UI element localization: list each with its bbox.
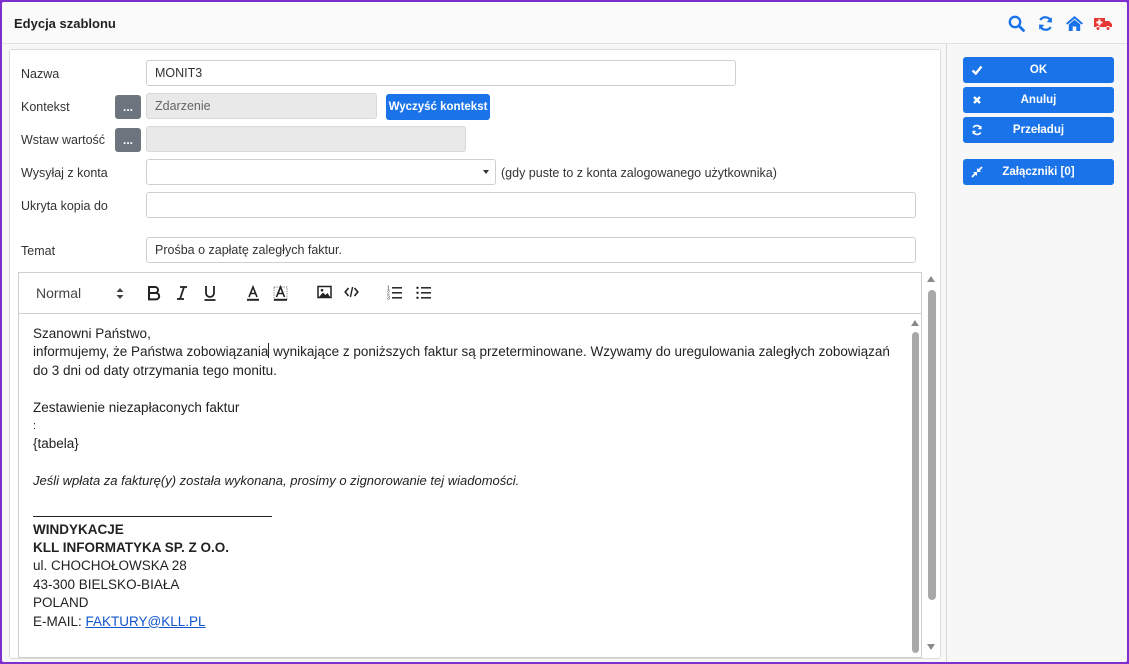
underline-icon[interactable] [203, 285, 217, 301]
payment-note: Jeśli wpłata za fakturę(y) została wykon… [33, 473, 520, 489]
title-bar: Edycja szablonu [2, 2, 1127, 44]
signature-company: KLL INFORMATYKA SP. Z O.O. [33, 540, 230, 556]
paragraph-format-value: Normal [36, 285, 82, 301]
form-scroll-thumb[interactable] [928, 290, 936, 600]
summary-text: Zestawienie niezapłaconych faktur [33, 399, 240, 415]
cancel-button-label: Anuluj [1020, 94, 1057, 106]
editor-content[interactable]: Szanowni Państwo, informujemy, że Państw… [19, 315, 909, 658]
scroll-down-arrow-icon[interactable] [927, 644, 935, 650]
clear-context-button[interactable]: Wyczyść kontekst [386, 94, 490, 120]
reload-button-label: Przeładuj [1012, 124, 1065, 136]
send-from-hint: (gdy puste to z konta zalogowanego użytk… [501, 166, 777, 180]
svg-text:3: 3 [387, 296, 390, 301]
refresh-icon [971, 124, 983, 136]
scroll-up-arrow-icon[interactable] [927, 276, 935, 282]
signature-email-line: E-MAIL: FAKTURY@KLL.PL [33, 613, 895, 631]
background-color-icon[interactable] [273, 285, 288, 301]
window-title: Edycja szablonu [14, 16, 116, 31]
template-form-panel: Nazwa MONIT3 Kontekst ... Zdarzenie Wycz… [9, 49, 941, 659]
ok-button-label: OK [1029, 64, 1048, 76]
name-input[interactable]: MONIT3 [146, 60, 736, 86]
signature-city: 43-300 BIELSKO-BIAŁA [33, 576, 180, 592]
insert-value-label: Wstaw wartość [21, 133, 106, 147]
code-icon[interactable] [344, 285, 359, 299]
signature-email-prefix: E-MAIL: [33, 613, 86, 629]
context-field: Zdarzenie [146, 93, 377, 119]
bullet-list-icon[interactable] [416, 285, 432, 300]
actions-panel: OK Anuluj Przeładuj Załączniki [0] [946, 44, 1127, 662]
attachments-button[interactable]: Załączniki [0] [963, 159, 1114, 185]
body-paragraph: informujemy, że Państwa zobowiązania wyn… [33, 343, 895, 380]
signature-department: WINDYKACJE [33, 521, 124, 537]
home-icon[interactable] [1064, 13, 1084, 33]
template-editor-window: Edycja szablonu Nazwa MONIT3 Kontekst ..… [2, 2, 1127, 662]
up-down-arrows-icon [116, 288, 124, 299]
attachments-button-label: Załączniki [0] [1002, 166, 1075, 178]
editor-inner-scrollbar[interactable] [909, 315, 922, 658]
bcc-input[interactable] [146, 192, 916, 218]
subject-input[interactable]: Prośba o zapłatę zaległych faktur. [146, 237, 916, 263]
signature-street: ul. CHOCHOŁOWSKA 28 [33, 558, 187, 574]
chevron-down-icon [483, 170, 489, 174]
paragraph-format-select[interactable]: Normal [36, 285, 124, 303]
insert-value-field [146, 126, 466, 152]
context-label: Kontekst [21, 100, 70, 114]
text-color-icon[interactable] [246, 285, 260, 301]
check-icon [971, 64, 983, 76]
send-from-label: Wysyłaj z konta [21, 166, 108, 180]
ordered-list-icon[interactable]: 123 [387, 285, 403, 300]
close-icon [971, 94, 983, 106]
signature-country: POLAND [33, 595, 89, 611]
refresh-icon[interactable] [1035, 13, 1055, 33]
rich-text-editor: Normal 1 2 3 Szanowni Państwo, informuje… [18, 272, 922, 658]
bcc-label: Ukryta kopia do [21, 199, 108, 213]
body-text-start: informujemy, że Państwa zobowiązania [33, 344, 269, 360]
search-icon[interactable] [1006, 13, 1026, 33]
ambulance-icon[interactable] [1093, 13, 1113, 33]
image-icon[interactable] [317, 285, 332, 299]
signature-divider [33, 515, 272, 517]
scroll-up-arrow-icon[interactable] [911, 320, 919, 326]
context-picker-button[interactable]: ... [115, 95, 141, 119]
colon-text: : [33, 420, 37, 433]
insert-value-picker-button[interactable]: ... [115, 128, 141, 152]
signature-email-link[interactable]: FAKTURY@KLL.PL [86, 614, 206, 629]
reload-button[interactable]: Przeładuj [963, 117, 1114, 143]
cancel-button[interactable]: Anuluj [963, 87, 1114, 113]
ok-button[interactable]: OK [963, 57, 1114, 83]
title-bar-actions [1006, 13, 1113, 33]
greeting-text: Szanowni Państwo, [33, 326, 151, 341]
subject-label: Temat [21, 244, 56, 258]
name-label: Nazwa [21, 67, 60, 81]
compress-arrows-icon [971, 166, 983, 178]
send-from-select[interactable] [146, 159, 496, 185]
table-placeholder: {tabela} [33, 436, 79, 452]
italic-icon[interactable] [176, 285, 188, 301]
bold-icon[interactable] [147, 285, 161, 301]
form-scrollbar[interactable] [925, 272, 939, 658]
editor-inner-scroll-thumb[interactable] [912, 332, 919, 653]
editor-toolbar: Normal 1 2 3 [19, 273, 921, 314]
